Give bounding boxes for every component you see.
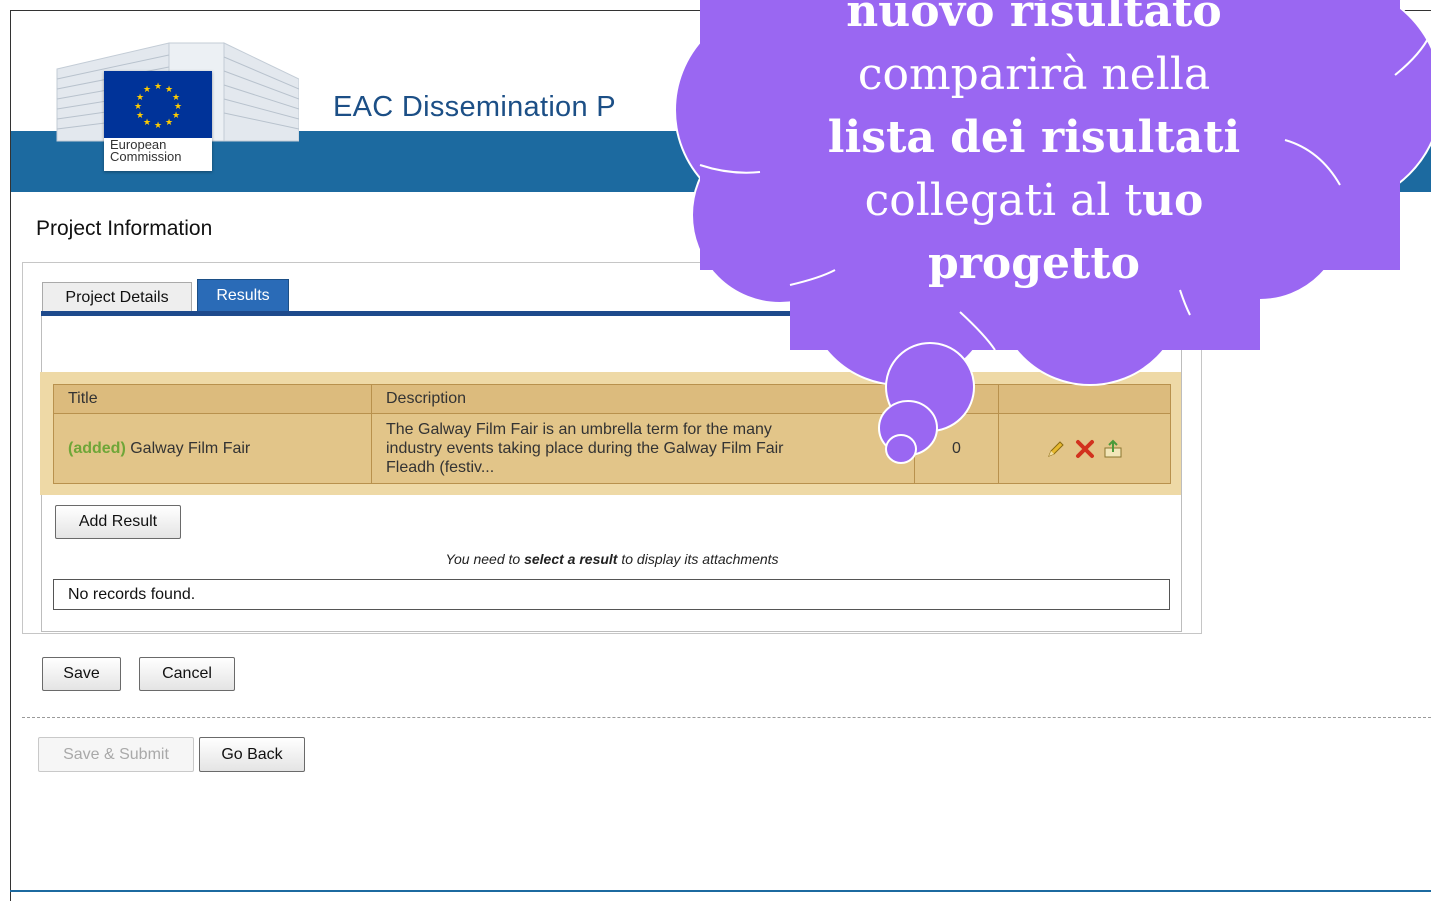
delete-x-icon[interactable] [1074,438,1096,460]
logo-caption-line2: Commission [110,149,182,164]
svg-text:★: ★ [143,118,151,128]
go-back-button[interactable]: Go Back [199,737,305,772]
site-title: EAC Dissemination P [333,91,616,123]
dashed-separator [22,717,1431,718]
added-status-label: (added) [68,439,126,457]
svg-text:★: ★ [134,102,142,112]
result-title: Galway Film Fair [130,439,251,457]
callout-text: nuovo risultato comparirà nella lista de… [758,0,1310,295]
add-result-button[interactable]: Add Result [55,505,181,539]
column-header-actions [998,384,1171,414]
callout-line-1: nuovo risultato [758,0,1310,43]
cell-attachment-count: 0 [914,413,999,484]
svg-text:★: ★ [165,118,173,128]
svg-text:★: ★ [136,111,144,121]
cell-description: The Galway Film Fair is an umbrella term… [371,413,915,484]
cancel-button[interactable]: Cancel [139,657,235,691]
page-title: Project Information [36,217,213,240]
table-row[interactable]: (added) Galway Film Fair The Galway Film… [53,413,1171,484]
attachments-hint: You need to select a result to display i… [42,551,1182,567]
svg-text:★: ★ [172,111,180,121]
eu-flag-icon: ★ ★ ★ ★ ★ ★ ★ ★ ★ ★ ★ ★ [104,71,212,138]
callout-line-2: comparirà nella [857,49,1211,100]
column-header-title[interactable]: Title [53,384,372,414]
hint-text-after: to display its attachments [617,551,779,567]
callout-line-4-bold: uo [1142,175,1204,226]
export-icon[interactable] [1102,438,1124,460]
callout-line-1-text: nuovo risultato [846,0,1222,37]
callout-line-5-text: progetto [927,238,1141,289]
callout-line-3-text: lista dei risultati [827,112,1241,163]
column-header-count [914,384,999,414]
description-line-1: The Galway Film Fair is an umbrella term… [386,421,772,438]
description-line-3: Fleadh (festiv... [386,459,495,476]
results-pager[interactable]: < pre next (3) [856,355,940,371]
callout-line-3: lista dei risultati [758,106,1310,169]
save-button[interactable]: Save [42,657,121,691]
cell-actions [998,413,1171,484]
svg-text:★: ★ [154,121,162,131]
svg-text:★: ★ [143,85,151,95]
table-header-row: Title Description [53,384,1171,414]
european-commission-logo[interactable]: ★ ★ ★ ★ ★ ★ ★ ★ ★ ★ ★ ★ European Commission [104,71,212,171]
save-submit-button: Save & Submit [38,737,194,772]
hint-text-bold: select a result [524,551,618,567]
pencil-icon[interactable] [1045,438,1067,460]
attachments-empty-message: No records found. [53,579,1170,610]
callout-line-4: collegati al tuo [758,169,1310,232]
cell-title[interactable]: (added) Galway Film Fair [53,413,372,484]
logo-caption: European Commission [110,138,182,164]
description-line-2: industry events taking place during the … [386,440,784,457]
callout-line-4-plain: collegati al t [864,175,1143,226]
hint-text-before: You need to [445,551,525,567]
svg-text:★: ★ [154,82,162,92]
tab-results[interactable]: Results [197,279,289,312]
tab-project-details[interactable]: Project Details [42,282,192,312]
column-header-description[interactable]: Description [371,384,915,414]
footer-line [10,890,1431,892]
callout-line-5: progetto [758,232,1310,295]
results-table: Title Description (added) Galway Film Fa… [53,384,1171,484]
